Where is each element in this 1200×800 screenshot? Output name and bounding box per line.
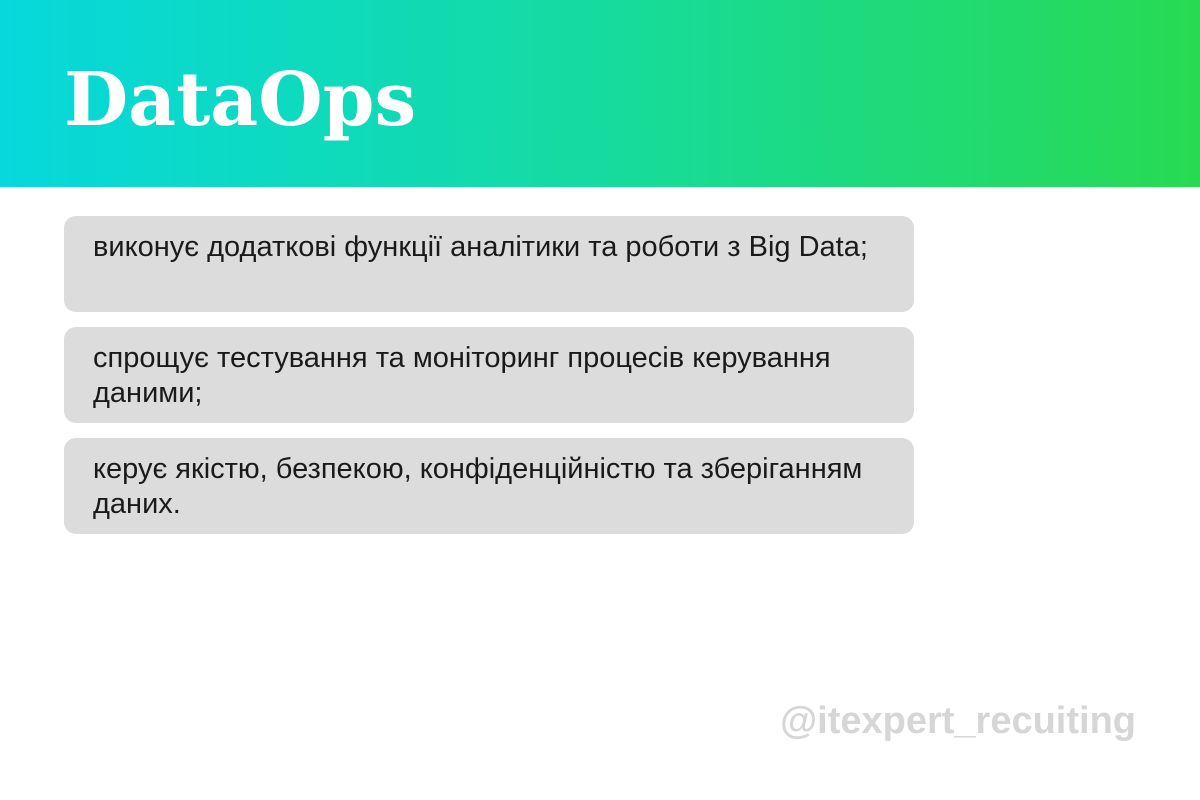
- header-banner: DataOps: [0, 0, 1200, 187]
- page-title: DataOps: [64, 57, 417, 143]
- list-item: спрощує тестування та моніторинг процесі…: [64, 327, 914, 423]
- card-list: виконує додаткові функції аналітики та р…: [64, 216, 914, 549]
- list-item-text: виконує додаткові функції аналітики та р…: [93, 231, 868, 263]
- list-item: керує якістю, безпекою, конфіденційністю…: [64, 438, 914, 534]
- list-item: виконує додаткові функції аналітики та р…: [64, 216, 914, 312]
- list-item-text: керує якістю, безпекою, конфіденційністю…: [93, 453, 863, 520]
- watermark-handle: @itexpert_recuiting: [780, 700, 1136, 742]
- list-item-text: спрощує тестування та моніторинг процесі…: [93, 342, 831, 409]
